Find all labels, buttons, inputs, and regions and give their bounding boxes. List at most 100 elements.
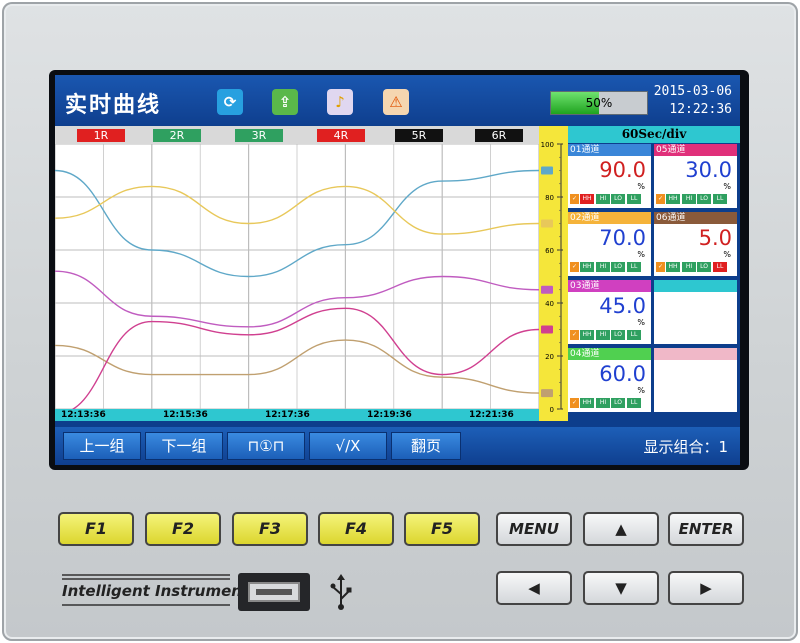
menu-key[interactable]: MENU (496, 512, 572, 546)
usb-symbol-icon (330, 574, 352, 610)
alarm-check-icon: ✓ (570, 398, 579, 408)
scale-marker-3 (541, 285, 553, 294)
f3-key[interactable]: F3 (232, 512, 308, 546)
channel-tag-1: 1R (77, 129, 125, 142)
prev-group-button[interactable]: 上一组 (63, 432, 141, 460)
value-scale: 100 80 60 40 20 0 (539, 126, 568, 421)
alarm-hi-indicator: HI (682, 262, 696, 272)
channel-unit: % (637, 182, 645, 191)
scale-marker-1 (541, 166, 553, 175)
channel-tag-5: 5R (395, 129, 443, 142)
alarm-hh-indicator: HH (580, 194, 594, 204)
f2-key[interactable]: F2 (145, 512, 221, 546)
scale-tick-label: 20 (545, 353, 554, 361)
channel-panel-title: 01通道 (568, 144, 651, 156)
left-arrow-key[interactable]: ◀ (496, 571, 572, 605)
channel-panel-1[interactable]: 01通道 90.0% ✓ HH HI LO LL (568, 144, 651, 208)
warning-icon[interactable]: ⚠ (383, 89, 409, 115)
f1-key[interactable]: F1 (58, 512, 134, 546)
alarm-ll-indicator: LL (627, 330, 641, 340)
channel-panel-2[interactable]: 05通道 30.0% ✓ HH HI LO LL (654, 144, 737, 208)
channel-unit: % (637, 318, 645, 327)
time-display: 12:22:36 (669, 102, 732, 117)
alarm-hh-indicator: HH (580, 398, 594, 408)
scale-tick-label: 100 (541, 141, 554, 149)
scale-tick-label: 0 (550, 406, 554, 414)
channel-value: 30.0 (685, 158, 732, 182)
alarm-ll-indicator: LL (713, 262, 727, 272)
alarm-hh-indicator: HH (580, 262, 594, 272)
channel-tag-row: 1R 2R 3R 4R 5R 6R (55, 126, 539, 144)
alarm-hi-indicator: HI (596, 194, 610, 204)
channel-value: 70.0 (599, 226, 646, 250)
alarm-ll-indicator: LL (627, 398, 641, 408)
alarm-hi-indicator: HI (596, 398, 610, 408)
time-label-1: 12:13:36 (61, 410, 106, 420)
alarm-indicator-row: ✓ HH HI LO LL (656, 262, 736, 272)
trend-plot-area[interactable] (55, 144, 539, 409)
brand-plate: Intelligent Instrument (62, 572, 249, 610)
alarm-lo-indicator: LO (611, 398, 625, 408)
alarm-indicator-row: ✓ HH HI LO LL (570, 194, 650, 204)
alarm-ll-indicator: LL (627, 194, 641, 204)
bell-icon[interactable]: ♪ (327, 89, 353, 115)
enter-key[interactable]: ENTER (668, 512, 744, 546)
channel-unit: % (723, 250, 731, 259)
alarm-lo-indicator: LO (611, 194, 625, 204)
display-screen: 实时曲线 ⟳ ⇪ ♪ ⚠ 50% 2015-03-06 12:22:36 1R … (55, 75, 740, 465)
alarm-indicator-row: ✓ HH HI LO LL (656, 194, 736, 204)
title-bar: 实时曲线 ⟳ ⇪ ♪ ⚠ 50% 2015-03-06 12:22:36 (55, 75, 740, 125)
f5-key[interactable]: F5 (404, 512, 480, 546)
time-per-division: 60Sec/div (568, 126, 740, 143)
alarm-hi-indicator: HI (682, 194, 696, 204)
scale-marker-5 (541, 325, 553, 334)
usb-port[interactable] (238, 573, 310, 611)
down-arrow-key[interactable]: ▼ (583, 571, 659, 605)
scale-tick-label: 60 (545, 247, 554, 255)
right-arrow-key[interactable]: ▶ (668, 571, 744, 605)
next-group-button[interactable]: 下一组 (145, 432, 223, 460)
channel-panel-6[interactable]: 04通道 60.0% ✓ HH HI LO LL (568, 348, 651, 412)
channel-unit: % (723, 182, 731, 191)
usb-icon[interactable]: ⇪ (272, 89, 298, 115)
channel-panel-title: 03通道 (568, 280, 651, 292)
channel-panel-3[interactable]: 02通道 70.0% ✓ HH HI LO LL (568, 212, 651, 276)
channel-tag-3: 3R (235, 129, 283, 142)
alarm-indicator-row: ✓ HH HI LO LL (570, 262, 650, 272)
scale-tick-label: 80 (545, 194, 554, 202)
up-arrow-key[interactable]: ▲ (583, 512, 659, 546)
alarm-ll-indicator: LL (627, 262, 641, 272)
scale-tick-label: 40 (545, 300, 554, 308)
page-title: 实时曲线 (65, 92, 162, 118)
f4-key[interactable]: F4 (318, 512, 394, 546)
channel-panel-title: 02通道 (568, 212, 651, 224)
display-combo-label: 显示组合：1 (643, 438, 728, 456)
alarm-indicator-row: ✓ HH HI LO LL (570, 398, 650, 408)
time-label-2: 12:15:36 (163, 410, 208, 420)
alarm-lo-indicator: LO (697, 262, 711, 272)
alarm-hh-indicator: HH (666, 194, 680, 204)
softkey-bar: 上一组 下一组 ⊓①⊓ √/X 翻页 显示组合：1 (55, 427, 740, 465)
storage-progress-bar: 50% (550, 91, 648, 115)
channel-panel-title: 04通道 (568, 348, 651, 360)
channel-panel-5[interactable]: 03通道 45.0% ✓ HH HI LO LL (568, 280, 651, 344)
alarm-check-icon: ✓ (656, 262, 665, 272)
channel-value: 60.0 (599, 362, 646, 386)
channel-value: 90.0 (599, 158, 646, 182)
channel-panel-title: 06通道 (654, 212, 737, 224)
alarm-lo-indicator: LO (611, 330, 625, 340)
confirm-toggle-button[interactable]: √/X (309, 432, 387, 460)
usb-port-opening (248, 582, 300, 602)
page-flip-button[interactable]: 翻页 (391, 432, 461, 460)
scale-marker-2 (541, 219, 553, 228)
channel-unit: % (637, 386, 645, 395)
empty-channel-slot-2 (654, 348, 737, 412)
locate-button[interactable]: ⊓①⊓ (227, 432, 305, 460)
channel-panel-4[interactable]: 06通道 5.0% ✓ HH HI LO LL (654, 212, 737, 276)
brand-text: Intelligent Instrument (62, 582, 250, 600)
time-label-4: 12:19:36 (367, 410, 412, 420)
alarm-ll-indicator: LL (713, 194, 727, 204)
date-display: 2015-03-06 (653, 84, 732, 99)
channel-value: 45.0 (599, 294, 646, 318)
refresh-icon[interactable]: ⟳ (217, 89, 243, 115)
